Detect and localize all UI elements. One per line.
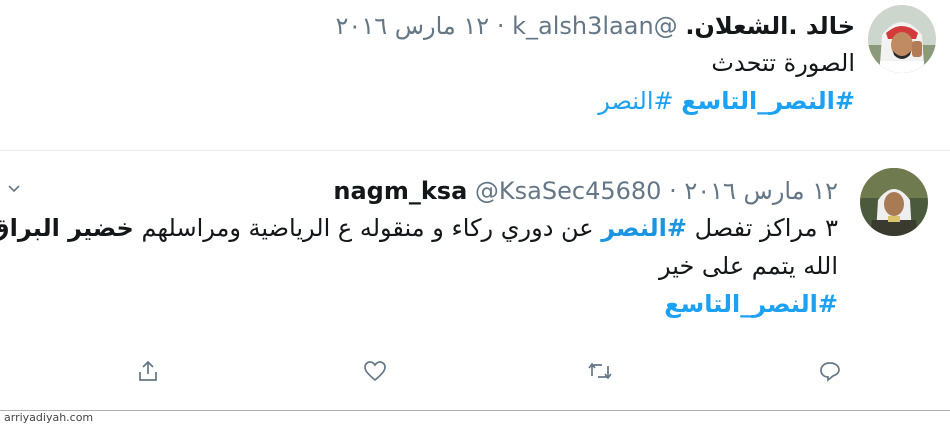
tweet-text: الصورة تتحدث (711, 49, 855, 77)
hashtag-link[interactable]: #النصر (601, 214, 687, 242)
display-name[interactable]: nagm_ksa (333, 177, 467, 205)
separator: · (496, 12, 505, 40)
avatar[interactable] (868, 5, 936, 73)
tweet-text-line: ٣ مراكز تفصل #النصر عن دوري ركاء و منقول… (0, 209, 838, 247)
tweet-2[interactable]: nagm_ksa @KsaSec45680 · ١٢ مارس ٢٠١٦ ٣ م… (0, 150, 950, 413)
timestamp[interactable]: ١٢ مارس ٢٠١٦ (684, 177, 838, 205)
hashtag-link[interactable]: #النصر_التاسع (681, 87, 855, 115)
timestamp[interactable]: ١٢ مارس ٢٠١٦ (336, 12, 490, 40)
share-icon[interactable] (128, 351, 168, 391)
display-name[interactable]: خالد .الشعلان. (685, 12, 855, 40)
hashtag-link[interactable]: #النصر_التاسع (664, 290, 838, 318)
separator: · (669, 177, 677, 205)
tweet-1[interactable]: خالد .الشعلان. @k_alsh3laan · ١٢ مارس ٢٠… (0, 0, 950, 150)
handle[interactable]: @k_alsh3laan (512, 12, 678, 40)
tweet-actions (120, 351, 850, 391)
like-icon[interactable] (355, 351, 395, 391)
reply-icon[interactable] (810, 351, 850, 391)
mention-name: خضير البراق (0, 214, 134, 242)
retweet-icon[interactable] (580, 351, 620, 391)
tweet-text-line: الله يتمم على خير (658, 252, 838, 280)
source-watermark: arriyadiyah.com (4, 411, 94, 424)
avatar[interactable] (860, 168, 928, 236)
handle[interactable]: @KsaSec45680 (475, 177, 662, 205)
hashtag-link[interactable]: #النصر (598, 87, 673, 115)
footer: arriyadiyah.com (0, 410, 950, 425)
